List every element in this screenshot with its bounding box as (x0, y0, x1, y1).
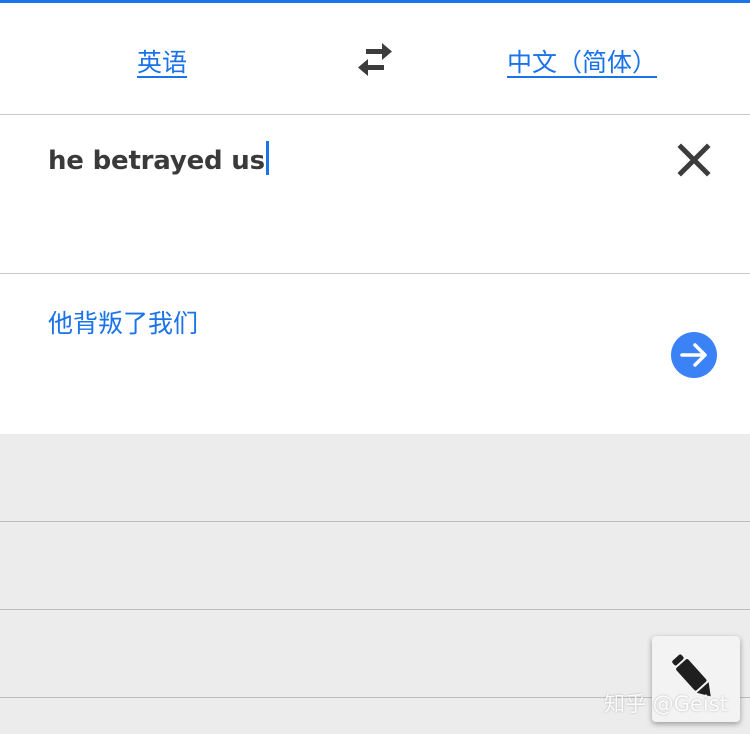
target-language-link[interactable]: 中文（简体） (507, 43, 657, 79)
arrow-right-icon (680, 343, 707, 367)
text-caret (265, 141, 269, 175)
swap-arrows-icon (358, 43, 392, 76)
source-language-link[interactable]: 英语 (137, 43, 187, 79)
list-item[interactable] (0, 610, 750, 698)
source-text-area[interactable]: he betrayed us (0, 115, 750, 274)
open-translation-button[interactable] (671, 332, 717, 378)
list-item[interactable] (0, 522, 750, 610)
watermark: 知乎 @Geist (604, 692, 728, 716)
translation-text[interactable]: 他背叛了我们 (48, 304, 198, 340)
source-text-input[interactable]: he betrayed us (48, 141, 269, 176)
translation-result-area: 他背叛了我们 (0, 274, 750, 434)
clear-input-button[interactable] (675, 141, 713, 179)
language-selector-bar: 英语 中文（简体） (0, 3, 750, 115)
close-icon (677, 143, 711, 177)
list-item[interactable] (0, 434, 750, 522)
swap-languages-button[interactable] (354, 41, 396, 79)
